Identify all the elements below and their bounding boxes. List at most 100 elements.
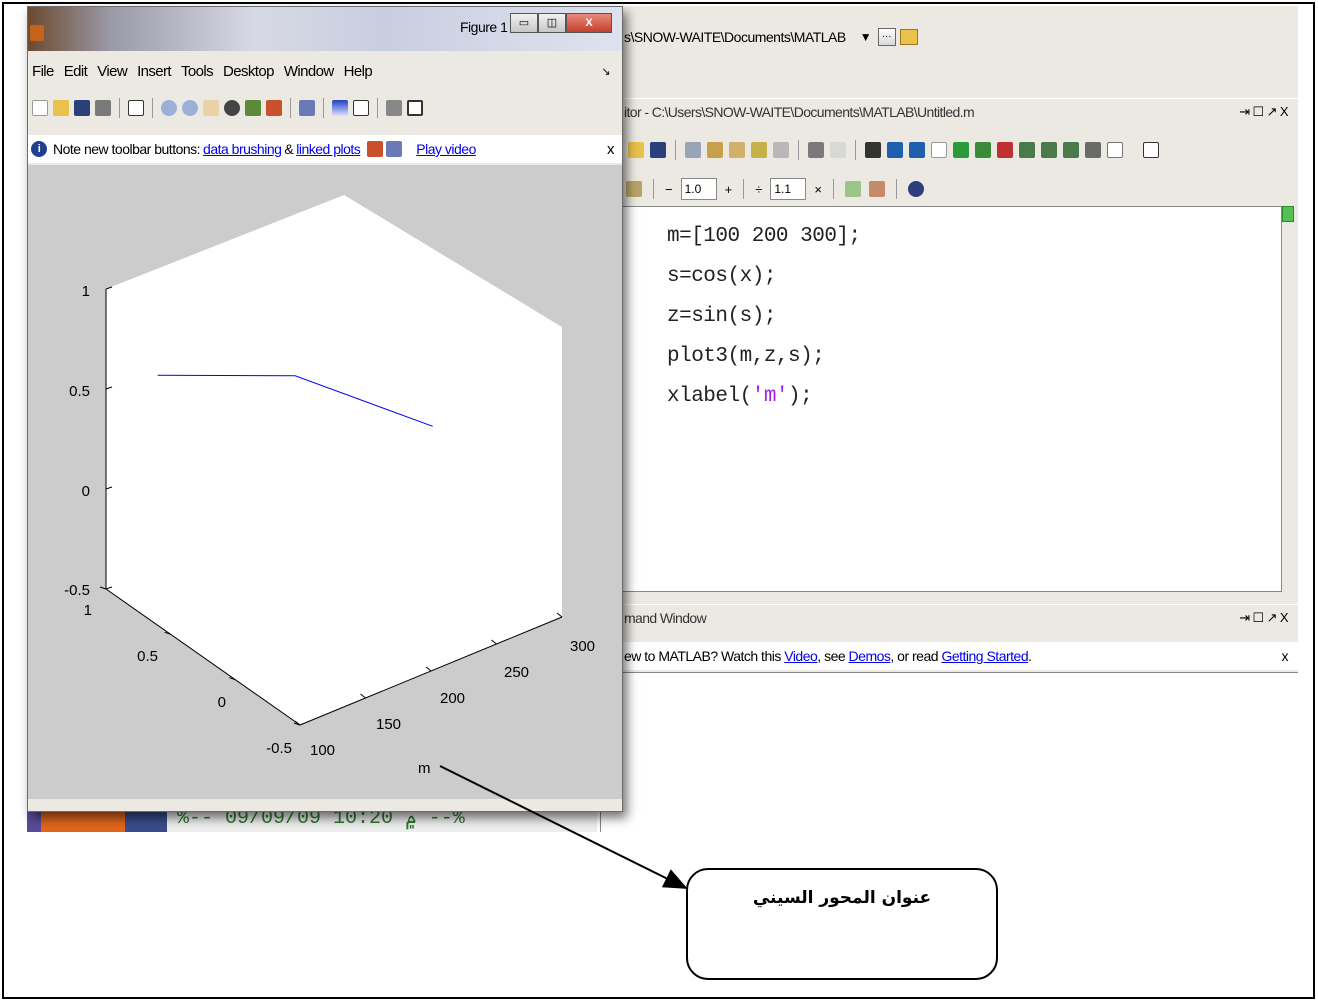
matlab-logo-icon — [30, 25, 44, 41]
info-icon: i — [31, 141, 47, 157]
divisor-value-input[interactable]: 1.1 — [770, 178, 807, 200]
function-icon[interactable] — [931, 142, 947, 158]
step-in-icon[interactable] — [1041, 142, 1057, 158]
new-figure-icon[interactable] — [32, 100, 48, 116]
video-link[interactable]: Video — [784, 648, 818, 664]
multiply-button[interactable]: × — [814, 182, 822, 197]
figure-titlebar[interactable]: Figure 1 ▭ ◫ X — [28, 7, 622, 51]
menu-edit[interactable]: Edit — [64, 63, 88, 80]
forward-arrow-icon[interactable] — [909, 142, 925, 158]
code-line: s=cos(x); — [667, 265, 776, 288]
browse-folder-button[interactable]: … — [877, 28, 896, 46]
menu-help[interactable]: Help — [344, 63, 373, 80]
cell-toolbar: − 1.0 + ÷ 1.1 × — [600, 172, 1298, 206]
dock-arrow-icon[interactable]: ↘ — [601, 65, 610, 78]
close-button[interactable]: X — [566, 13, 612, 33]
zoom-in-icon[interactable] — [161, 100, 177, 116]
link-plot-icon[interactable] — [299, 100, 315, 116]
undo-icon[interactable] — [751, 142, 767, 158]
play-video-link[interactable]: Play video — [416, 141, 476, 157]
plot-canvas[interactable]: 1 0.5 0 -0.5 1 0.5 0 -0.5 100 150 200 25… — [28, 165, 622, 799]
show-tools-icon[interactable] — [407, 100, 423, 116]
zoom-out-icon[interactable] — [182, 100, 198, 116]
toolbar-divider — [743, 179, 745, 199]
getting-started-link[interactable]: Getting Started — [941, 648, 1028, 664]
minimize-button[interactable]: ▭ — [510, 13, 538, 33]
toolbar-divider — [377, 98, 378, 118]
cut-icon[interactable] — [685, 142, 701, 158]
menu-insert[interactable]: Insert — [137, 63, 172, 80]
folder-up-icon[interactable] — [899, 29, 918, 45]
linked-plots-link[interactable]: linked plots — [296, 141, 361, 157]
stack-dropdown[interactable] — [1107, 142, 1123, 158]
command-window-controls[interactable]: ⇥ ☐ ↗ X — [1239, 610, 1288, 626]
menu-view[interactable]: View — [97, 63, 127, 80]
command-window-area[interactable] — [600, 672, 1298, 832]
data-brushing-link[interactable]: data brushing — [203, 141, 282, 157]
print-icon[interactable] — [808, 142, 824, 158]
redo-icon[interactable] — [773, 142, 789, 158]
dock-layout-icon[interactable] — [1143, 142, 1159, 158]
chevron-down-icon[interactable]: ▼ — [860, 30, 872, 44]
print-icon[interactable] — [95, 100, 111, 116]
menu-file[interactable]: File — [32, 63, 54, 80]
editor-titlebar: itor - C:\Users\SNOW-WAITE\Documents\MAT… — [600, 98, 1298, 124]
z-tick-label: 1 — [82, 283, 90, 300]
code-fn: xlabel( — [667, 385, 752, 408]
x-tick-label: 150 — [376, 716, 401, 733]
edit-plot-arrow-icon[interactable] — [128, 100, 144, 116]
current-folder-path[interactable]: s\SNOW-WAITE\Documents\MATLAB — [624, 29, 846, 45]
paste-icon[interactable] — [729, 142, 745, 158]
figure-title: Figure 1 — [460, 19, 508, 35]
brush-icon[interactable] — [266, 100, 282, 116]
run-icon[interactable] — [953, 142, 969, 158]
page-setup-icon[interactable] — [830, 142, 846, 158]
step-icon[interactable] — [1019, 142, 1035, 158]
pan-hand-icon[interactable] — [203, 100, 219, 116]
save-icon[interactable] — [74, 100, 90, 116]
figure-toolbar — [28, 93, 622, 123]
toolbar-divider — [855, 140, 856, 160]
hide-tools-icon[interactable] — [386, 100, 402, 116]
plot3-axes[interactable]: 1 0.5 0 -0.5 1 0.5 0 -0.5 100 150 200 25… — [28, 165, 622, 799]
code-block[interactable]: m=[100 200 300]; s=cos(x); z=sin(s); plo… — [667, 217, 861, 417]
increment-button[interactable]: + — [725, 182, 733, 197]
divide-button[interactable]: ÷ — [755, 182, 762, 197]
continue-icon[interactable] — [1085, 142, 1101, 158]
copy-icon[interactable] — [707, 142, 723, 158]
breakpoint-icon[interactable] — [975, 142, 991, 158]
close-note-button[interactable]: x — [607, 141, 615, 158]
note-amp: & — [284, 141, 294, 157]
colorbar-icon[interactable] — [332, 100, 348, 116]
close-info-button[interactable]: x — [1282, 648, 1289, 664]
insert-cell-icon[interactable] — [844, 181, 861, 197]
menu-window[interactable]: Window — [284, 63, 334, 80]
editor-window-controls[interactable]: ⇥ ☐ ↗ X — [1239, 104, 1288, 120]
remove-cell-icon[interactable] — [868, 181, 885, 197]
back-arrow-icon[interactable] — [887, 142, 903, 158]
y-tick-label: 0.5 — [137, 648, 158, 665]
code-analyzer-indicator[interactable] — [1282, 206, 1294, 222]
find-icon[interactable] — [865, 142, 881, 158]
y-tick-label: 0 — [218, 694, 226, 711]
z-tick-label: 0.5 — [69, 383, 90, 400]
increment-value-input[interactable]: 1.0 — [680, 178, 717, 200]
cell-mode-icon[interactable] — [626, 181, 642, 197]
help-info-icon[interactable] — [907, 181, 924, 197]
x-axis-label: m — [418, 760, 431, 777]
code-line: plot3(m,z,s); — [667, 345, 825, 368]
step-out-icon[interactable] — [1063, 142, 1079, 158]
save-icon[interactable] — [650, 142, 666, 158]
open-file-icon[interactable] — [53, 100, 69, 116]
legend-icon[interactable] — [353, 100, 369, 116]
demos-link[interactable]: Demos — [849, 648, 891, 664]
menu-tools[interactable]: Tools — [181, 63, 214, 80]
menu-desktop[interactable]: Desktop — [223, 63, 274, 80]
maximize-button[interactable]: ◫ — [538, 13, 566, 33]
open-file-icon[interactable] — [628, 142, 644, 158]
rotate-3d-icon[interactable] — [224, 100, 240, 116]
clear-breakpoint-icon[interactable] — [997, 142, 1013, 158]
decrement-button[interactable]: − — [665, 182, 673, 197]
data-cursor-icon[interactable] — [245, 100, 261, 116]
code-editor[interactable]: m=[100 200 300]; s=cos(x); z=sin(s); plo… — [600, 206, 1282, 592]
